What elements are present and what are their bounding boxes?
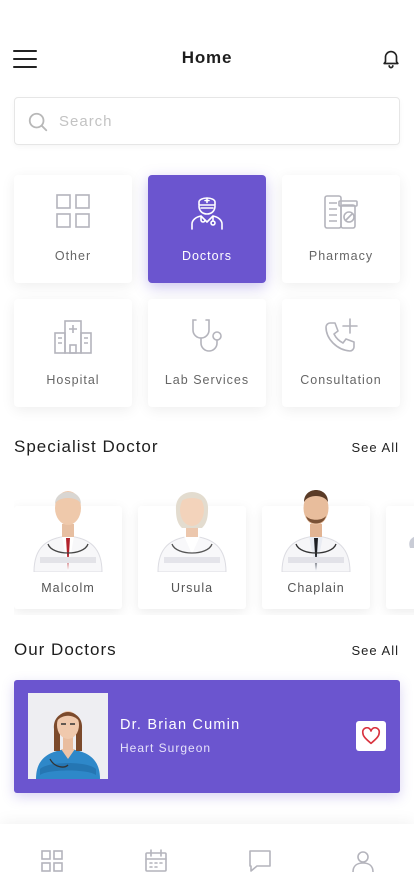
specialist-card-ursula[interactable]: Ursula (138, 492, 246, 609)
profile-icon[interactable] (350, 848, 376, 874)
featured-doctor-card[interactable]: Dr. Brian Cumin Heart Surgeon (14, 680, 400, 793)
heart-icon (361, 727, 381, 745)
search-bar[interactable] (14, 97, 400, 145)
search-icon (28, 112, 48, 132)
category-label: Hospital (46, 373, 100, 387)
doctor-specialty: Heart Surgeon (120, 741, 212, 755)
page-title: Home (181, 48, 233, 67)
bell-icon[interactable] (380, 46, 402, 70)
specialist-card-malcolm[interactable]: Malcolm (14, 491, 122, 609)
app-header: Home (0, 40, 414, 76)
our-doctors-see-all-link[interactable]: See All (352, 643, 399, 658)
category-pharmacy[interactable]: Pharmacy (282, 175, 400, 283)
phone-plus-icon (325, 318, 358, 352)
bottom-navigation (0, 824, 414, 896)
specialist-list: Malcolm Ursula Chaplain (14, 470, 414, 615)
specialist-section-title: Specialist Doctor (14, 437, 159, 456)
doctor-icon (191, 197, 223, 230)
home-grid-icon[interactable] (39, 848, 65, 874)
doctor-photo (33, 491, 103, 572)
specialist-name: Ursula (170, 581, 214, 595)
stethoscope-icon (192, 319, 222, 352)
category-lab-services[interactable]: Lab Services (148, 299, 266, 407)
favorite-button[interactable] (356, 721, 386, 751)
category-label: Lab Services (164, 373, 250, 387)
calendar-icon[interactable] (143, 848, 169, 874)
category-consultation[interactable]: Consultation (282, 299, 400, 407)
doctor-photo (281, 490, 351, 572)
category-doctors[interactable]: Doctors (148, 175, 266, 283)
category-label: Pharmacy (308, 249, 374, 263)
chat-icon[interactable] (247, 848, 273, 874)
doctor-photo (157, 492, 227, 572)
hospital-icon (54, 320, 92, 354)
pharmacy-icon (324, 195, 358, 229)
specialist-card-chaplain[interactable]: Chaplain (262, 490, 370, 609)
specialist-name: Chaplain (287, 581, 345, 595)
category-other[interactable]: Other (14, 175, 132, 283)
category-hospital[interactable]: Hospital (14, 299, 132, 407)
specialist-name: Malcolm (41, 581, 95, 595)
our-doctors-section-title: Our Doctors (14, 640, 117, 659)
doctor-photo (409, 536, 414, 548)
category-label: Consultation (300, 373, 382, 387)
doctor-name: Dr. Brian Cumin (120, 717, 241, 733)
specialist-see-all-link[interactable]: See All (352, 440, 399, 455)
search-input[interactable] (59, 98, 389, 144)
category-label: Doctors (181, 249, 233, 263)
grid-icon (56, 194, 90, 228)
doctor-avatar (28, 693, 108, 779)
specialist-card-partial[interactable] (386, 506, 414, 609)
category-label: Other (54, 249, 92, 263)
